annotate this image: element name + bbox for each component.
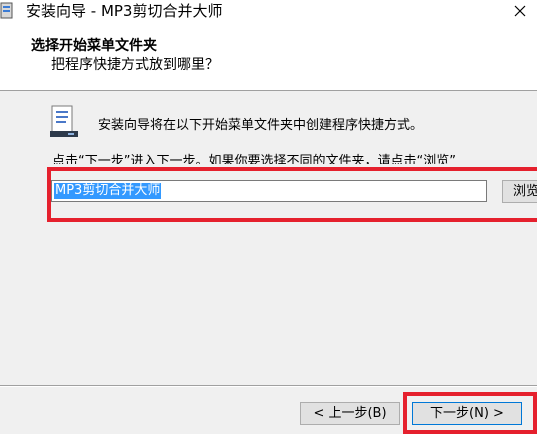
info-text: 安装向导将在以下开始菜单文件夹中创建程序快捷方式。 [98,118,424,133]
next-button[interactable]: 下一步(N) > [412,402,522,425]
page-title: 选择开始菜单文件夹 [31,38,157,54]
folder-input-value: MP3剪切合并大师 [54,183,162,199]
footer-divider [0,385,537,387]
hint-text: 点击“下一步”进入下一步。如果你要选择不同的文件夹，请点击“浏览” [52,154,456,164]
start-menu-folder-input[interactable]: MP3剪切合并大师 [51,180,487,202]
back-button[interactable]: < 上一步(B) [300,402,400,425]
title-bar: 安装向导 - MP3剪切合并大师 [0,0,537,24]
close-icon[interactable] [510,2,530,20]
installer-app-icon [0,2,13,19]
browse-button[interactable]: 浏览 [502,180,537,203]
window-title: 安装向导 - MP3剪切合并大师 [26,2,223,20]
start-menu-folder-icon [50,105,78,137]
page-subtitle: 把程序快捷方式放到哪里？ [51,57,219,73]
wizard-header: 选择开始菜单文件夹 把程序快捷方式放到哪里？ [0,24,537,91]
